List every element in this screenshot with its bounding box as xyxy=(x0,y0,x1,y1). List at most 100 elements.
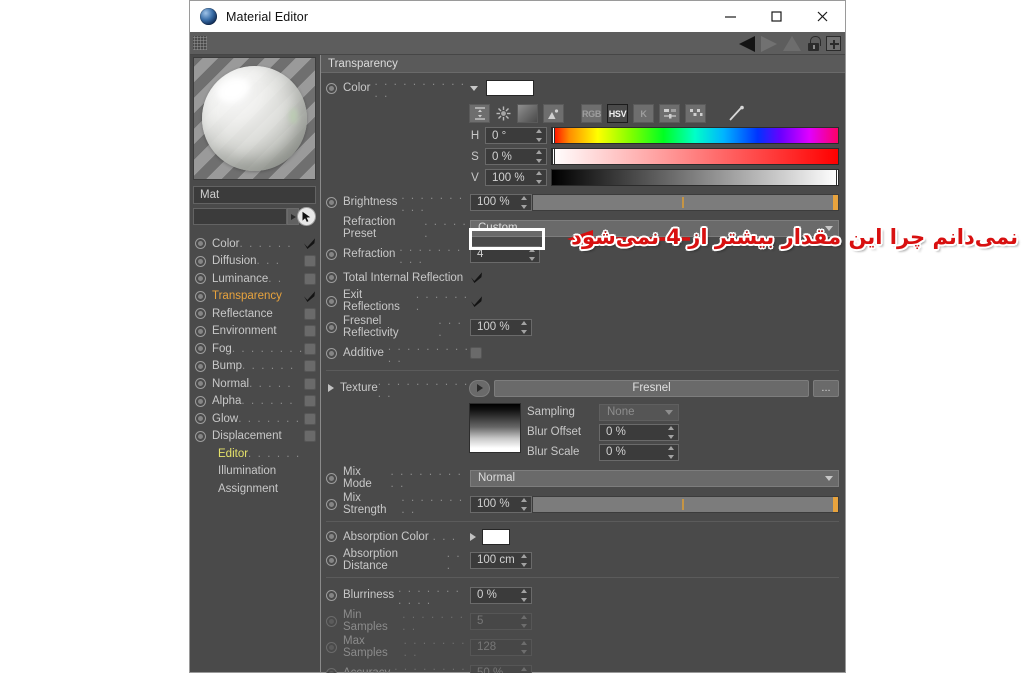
channel-checkbox[interactable] xyxy=(304,377,316,390)
channel-item-alpha[interactable]: Alpha. . . . . . xyxy=(192,393,320,411)
channel-radio-alpha[interactable] xyxy=(195,395,206,407)
value-input[interactable]: 100 % xyxy=(485,169,547,186)
colorwheel-icon[interactable] xyxy=(495,104,512,123)
texture-expand-icon[interactable] xyxy=(328,384,334,392)
refraction-preset-dropdown[interactable]: Custom xyxy=(470,219,839,237)
mix-mode-radio[interactable] xyxy=(326,472,337,484)
blurriness-input[interactable]: 0 % xyxy=(470,586,532,604)
channel-checkbox[interactable] xyxy=(304,307,316,320)
channel-item-environment[interactable]: Environment xyxy=(192,323,320,341)
color-channel-radio[interactable] xyxy=(326,82,337,94)
blur-scale-input[interactable]: 0 % xyxy=(599,443,679,461)
brightness-spinner[interactable] xyxy=(519,196,528,209)
mix-mode-dropdown[interactable]: Normal xyxy=(470,469,839,487)
channel-checkbox-checked[interactable] xyxy=(303,237,316,250)
brightness-radio[interactable] xyxy=(326,196,337,208)
hue-gradient-bar[interactable] xyxy=(551,127,839,144)
hue-input[interactable]: 0 ° xyxy=(485,127,547,144)
blurriness-spinner[interactable] xyxy=(519,589,528,602)
channel-item-transparency[interactable]: Transparency xyxy=(192,288,320,306)
channel-radio-glow[interactable] xyxy=(195,413,206,425)
channel-item-fog[interactable]: Fog. . . . . . . . xyxy=(192,340,320,358)
channel-radio-transparency[interactable] xyxy=(195,290,206,302)
absorption-color-expand-icon[interactable] xyxy=(470,532,476,541)
range-icon[interactable] xyxy=(469,104,490,123)
absorption-distance-input[interactable]: 100 cm xyxy=(470,551,532,569)
channel-radio-normal[interactable] xyxy=(195,378,206,390)
channel-item-luminance[interactable]: Luminance. . xyxy=(192,270,320,288)
texture-browse-button[interactable]: ... xyxy=(813,379,839,397)
up-arrow-icon[interactable] xyxy=(783,36,801,51)
blur-offset-input[interactable]: 0 % xyxy=(599,423,679,441)
maximize-button[interactable] xyxy=(753,1,799,32)
brightness-slider[interactable] xyxy=(532,193,839,211)
close-button[interactable] xyxy=(799,1,845,32)
mix-strength-slider[interactable] xyxy=(532,495,839,513)
saturation-spinner[interactable] xyxy=(534,150,543,163)
back-arrow-icon[interactable] xyxy=(739,35,755,52)
texture-play-icon[interactable] xyxy=(469,379,490,397)
channel-item-normal[interactable]: Normal. . . . . xyxy=(192,375,320,393)
blurriness-radio[interactable] xyxy=(326,589,337,601)
exit-reflections-radio[interactable] xyxy=(326,295,337,307)
absorption-distance-spinner[interactable] xyxy=(519,554,528,567)
fresnel-reflectivity-radio[interactable] xyxy=(326,321,337,333)
channel-checkbox[interactable] xyxy=(304,395,316,408)
channel-checkbox[interactable] xyxy=(304,430,316,443)
image-icon[interactable] xyxy=(543,104,564,123)
material-name-field[interactable]: Mat xyxy=(193,186,316,204)
value-spinner[interactable] xyxy=(534,171,543,184)
absorption-color-radio[interactable] xyxy=(326,531,337,542)
color-expand-caret-icon[interactable] xyxy=(470,85,478,91)
channel-radio-environment[interactable] xyxy=(195,325,206,337)
channel-radio-luminance[interactable] xyxy=(195,273,206,285)
color-swatch[interactable] xyxy=(486,80,534,96)
additive-checkbox[interactable] xyxy=(470,347,482,359)
channel-item-displacement[interactable]: Displacement xyxy=(192,428,320,446)
channel-item-editor[interactable]: Editor. . . . . . xyxy=(192,445,320,463)
channel-item-illumination[interactable]: Illumination xyxy=(192,463,320,481)
absorption-distance-radio[interactable] xyxy=(326,554,337,566)
sampling-dropdown[interactable]: None xyxy=(599,403,679,421)
channel-item-diffusion[interactable]: Diffusion. . . xyxy=(192,253,320,271)
cursor-arrow-icon[interactable] xyxy=(297,207,316,226)
plus-box-icon[interactable] xyxy=(826,36,841,51)
material-selector-input[interactable] xyxy=(193,208,288,225)
channel-checkbox-checked[interactable] xyxy=(303,290,316,303)
grip-handle-icon[interactable] xyxy=(193,36,207,50)
channel-radio-fog[interactable] xyxy=(195,343,206,355)
texture-thumbnail[interactable] xyxy=(469,403,521,453)
lock-icon[interactable] xyxy=(807,36,821,51)
exit-reflections-checkbox[interactable] xyxy=(470,295,483,308)
minimize-button[interactable] xyxy=(707,1,753,32)
channel-radio-bump[interactable] xyxy=(195,360,206,372)
total-internal-checkbox[interactable] xyxy=(470,271,483,284)
channel-checkbox[interactable] xyxy=(304,360,316,373)
fresnel-reflectivity-spinner[interactable] xyxy=(519,321,528,334)
total-internal-radio[interactable] xyxy=(326,272,337,283)
channel-item-reflectance[interactable]: Reflectance xyxy=(192,305,320,323)
refraction-radio[interactable] xyxy=(326,248,337,260)
blur-offset-spinner[interactable] xyxy=(666,426,675,439)
blur-scale-spinner[interactable] xyxy=(666,446,675,459)
refraction-input[interactable]: 4 xyxy=(470,245,540,263)
swatches-icon[interactable] xyxy=(685,104,706,123)
gradient-icon[interactable] xyxy=(517,104,538,123)
channel-checkbox[interactable] xyxy=(304,255,316,268)
hsv-mode-button[interactable]: HSV xyxy=(607,104,628,123)
channel-item-glow[interactable]: Glow. . . . . . . xyxy=(192,410,320,428)
sliders-icon[interactable] xyxy=(659,104,680,123)
refraction-spinner[interactable] xyxy=(527,248,536,261)
rgb-mode-button[interactable]: RGB xyxy=(581,104,602,123)
channel-item-color[interactable]: Color. . . . . . xyxy=(192,235,320,253)
channel-checkbox[interactable] xyxy=(304,325,316,338)
eyedropper-icon[interactable] xyxy=(727,104,746,123)
saturation-gradient-bar[interactable] xyxy=(551,148,839,165)
mix-strength-radio[interactable] xyxy=(326,498,337,510)
channel-checkbox[interactable] xyxy=(304,342,316,355)
saturation-input[interactable]: 0 % xyxy=(485,148,547,165)
mix-strength-input[interactable]: 100 % xyxy=(470,495,532,513)
material-preview[interactable] xyxy=(193,57,316,180)
mix-strength-spinner[interactable] xyxy=(519,498,528,511)
channel-checkbox[interactable] xyxy=(304,412,316,425)
